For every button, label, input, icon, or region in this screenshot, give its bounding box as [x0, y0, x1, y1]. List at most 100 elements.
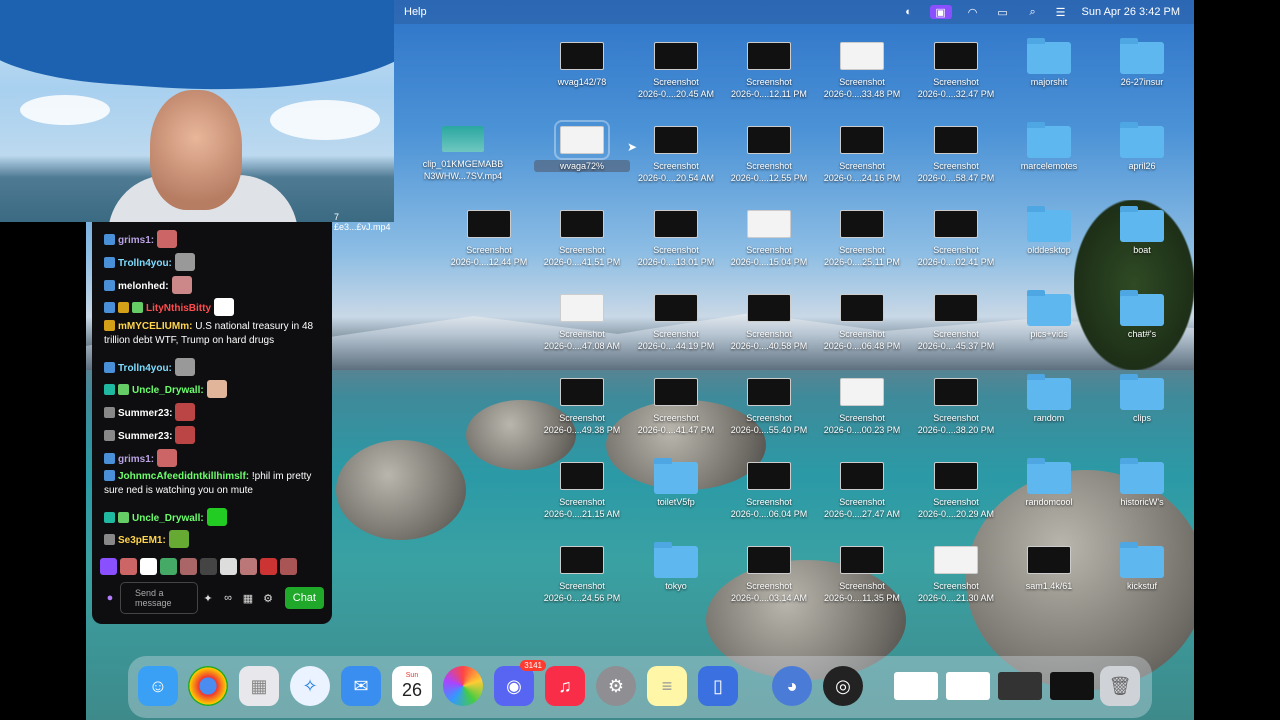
emote-icon[interactable]	[220, 558, 237, 575]
folder-icon[interactable]: olddesktop	[1001, 206, 1097, 256]
minimized-window[interactable]	[894, 672, 938, 700]
help-menu[interactable]: Help	[404, 6, 427, 18]
emote-icon[interactable]	[140, 558, 157, 575]
folder-icon[interactable]: random	[1001, 374, 1097, 424]
discord-icon[interactable]: ◉ 3141	[494, 660, 546, 706]
file-icon[interactable]: Screenshot 2026-0....25.11 PM	[814, 210, 910, 268]
app-icon[interactable]: ◕	[772, 666, 812, 706]
file-label: wvaga72%	[534, 160, 630, 172]
file-icon[interactable]: Screenshot 2026-0....38.20 PM	[908, 378, 1004, 436]
emote-icon[interactable]	[260, 558, 277, 575]
file-icon[interactable]: Screenshot 2026-0....03.14 AM	[721, 546, 817, 604]
folder-icon[interactable]: clips	[1094, 374, 1190, 424]
wifi-icon[interactable]: ◠	[966, 7, 980, 19]
folder-icon[interactable]: toiletV5fp	[628, 458, 724, 508]
battery-icon[interactable]: ▭	[994, 7, 1012, 19]
folder-icon[interactable]: chat#'s	[1094, 290, 1190, 340]
file-icon[interactable]: Screenshot 2026-0....32.47 PM	[908, 42, 1004, 100]
obs-icon[interactable]: ◎	[823, 666, 863, 706]
emote-icon[interactable]	[240, 558, 257, 575]
folder-icon[interactable]: boat	[1094, 206, 1190, 256]
file-icon[interactable]: Screenshot 2026-0....12.44 PM	[441, 210, 537, 268]
emote-icon[interactable]	[160, 558, 177, 575]
folder-icon[interactable]: april26	[1094, 122, 1190, 172]
music-icon[interactable]: ♫	[545, 666, 585, 706]
file-icon[interactable]: Screenshot 2026-0....11.35 PM	[814, 546, 910, 604]
file-icon[interactable]: sam1.4k/61	[1001, 546, 1097, 592]
folder-icon[interactable]: historicW's	[1094, 458, 1190, 508]
search-icon[interactable]: ⌕	[1026, 6, 1040, 18]
iphone-mirroring-icon[interactable]: ▯	[698, 666, 738, 706]
chat-message-input[interactable]: Send a message	[120, 582, 198, 614]
folder-icon[interactable]: randomcool	[1001, 458, 1097, 508]
store-icon[interactable]: ▦	[238, 592, 258, 605]
file-icon[interactable]: Screenshot 2026-0....20.45 AM	[628, 42, 724, 100]
file-icon[interactable]: Screenshot 2026-0....49.38 PM	[534, 378, 630, 436]
calendar-icon[interactable]: Sun 26	[392, 666, 432, 706]
emote-icon[interactable]	[200, 558, 217, 575]
file-icon[interactable]: Screenshot 2026-0....33.48 PM	[814, 42, 910, 100]
file-icon[interactable]: wvag142/78	[534, 42, 630, 88]
chat-message: Summer23:	[104, 403, 322, 421]
notes-icon[interactable]: ≡	[647, 666, 687, 706]
emote-icon[interactable]	[280, 558, 297, 575]
file-icon[interactable]: Screenshot 2026-0....12.55 PM	[721, 126, 817, 184]
folder-icon[interactable]: tokyo	[628, 542, 724, 592]
folder-icon[interactable]: 26-27insur	[1094, 38, 1190, 88]
minimized-window[interactable]	[998, 672, 1042, 700]
trash-icon[interactable]: 🗑	[1100, 666, 1140, 706]
file-icon[interactable]: Screenshot 2026-0....20.29 AM	[908, 462, 1004, 520]
mail-icon[interactable]: ✉	[341, 666, 381, 706]
thumbnail	[840, 210, 884, 238]
emote-icon[interactable]	[100, 558, 117, 575]
file-icon[interactable]: Screenshot 2026-0....21.15 AM	[534, 462, 630, 520]
launchpad-icon[interactable]: ▦	[239, 666, 279, 706]
folder-icon[interactable]: pics+vids	[1001, 290, 1097, 340]
file-icon[interactable]: Screenshot 2026-0....00.23 PM	[814, 378, 910, 436]
file-icon[interactable]: Screenshot 2026-0....02.41 PM	[908, 210, 1004, 268]
settings-icon[interactable]: ⚙	[596, 666, 636, 706]
file-icon[interactable]: Screenshot 2026-0....44.19 PM	[628, 294, 724, 352]
emote-icon[interactable]	[180, 558, 197, 575]
file-icon[interactable]: Screenshot 2026-0....41.47 PM	[628, 378, 724, 436]
file-icon[interactable]: Screenshot 2026-0....45.37 PM	[908, 294, 1004, 352]
file-icon[interactable]: Screenshot 2026-0....55.40 PM	[721, 378, 817, 436]
file-icon[interactable]: Screenshot 2026-0....24.16 PM	[814, 126, 910, 184]
file-icon[interactable]: Screenshot 2026-0....27.47 AM	[814, 462, 910, 520]
file-label: Screenshot 2026-0....20.29 AM	[917, 497, 995, 519]
file-icon[interactable]: Screenshot 2026-0....15.04 PM	[721, 210, 817, 268]
file-icon[interactable]: Screenshot 2026-0....41.51 PM	[534, 210, 630, 268]
globe-icon[interactable]: ◐	[902, 6, 916, 18]
file-icon[interactable]: Screenshot 2026-0....12.11 PM	[721, 42, 817, 100]
file-icon[interactable]: Screenshot 2026-0....06.48 PM	[814, 294, 910, 352]
file-label: random	[1033, 413, 1065, 423]
file-icon[interactable]: Screenshot 2026-0....40.58 PM	[721, 294, 817, 352]
folder-icon[interactable]: marcelemotes	[1001, 122, 1097, 172]
screen-share-icon[interactable]: ▣	[929, 5, 952, 19]
infinity-icon[interactable]: ∞	[218, 592, 238, 604]
bits-icon[interactable]: ✦	[198, 592, 218, 605]
file-icon[interactable]: clip_01KMGEMABB N3WHW...7SV.mp4	[415, 126, 511, 182]
emote-icon[interactable]	[120, 558, 137, 575]
folder-icon[interactable]: kickstuf	[1094, 542, 1190, 592]
menu-clock[interactable]: Sun Apr 26 3:42 PM	[1082, 6, 1180, 18]
minimized-window[interactable]	[946, 672, 990, 700]
chat-button[interactable]: Chat	[284, 587, 324, 609]
file-icon[interactable]: Screenshot 2026-0....21.30 AM	[908, 546, 1004, 604]
file-icon[interactable]: Screenshot 2026-0....47.08 AM	[534, 294, 630, 352]
file-icon[interactable]: Screenshot 2026-0....06.04 PM	[721, 462, 817, 520]
file-icon[interactable]: Screenshot 2026-0....20.54 AM	[628, 126, 724, 184]
gear-icon[interactable]: ⚙	[258, 592, 278, 605]
mic-icon[interactable]: ●	[100, 592, 120, 604]
file-icon[interactable]: Screenshot 2026-0....58.47 PM	[908, 126, 1004, 184]
control-center-icon[interactable]: ☰	[1054, 7, 1068, 19]
chrome-icon[interactable]	[188, 666, 228, 706]
file-icon[interactable]: Screenshot 2026-0....24.56 PM	[534, 546, 630, 604]
file-icon[interactable]: wvaga72%	[534, 120, 630, 172]
safari-icon[interactable]: ✧	[290, 666, 330, 706]
finder-icon[interactable]: ☺	[138, 666, 178, 706]
photos-icon[interactable]	[443, 666, 483, 706]
minimized-window[interactable]	[1050, 672, 1094, 700]
file-icon[interactable]: Screenshot 2026-0....13.01 PM	[628, 210, 724, 268]
folder-icon[interactable]: majorshit	[1001, 38, 1097, 88]
